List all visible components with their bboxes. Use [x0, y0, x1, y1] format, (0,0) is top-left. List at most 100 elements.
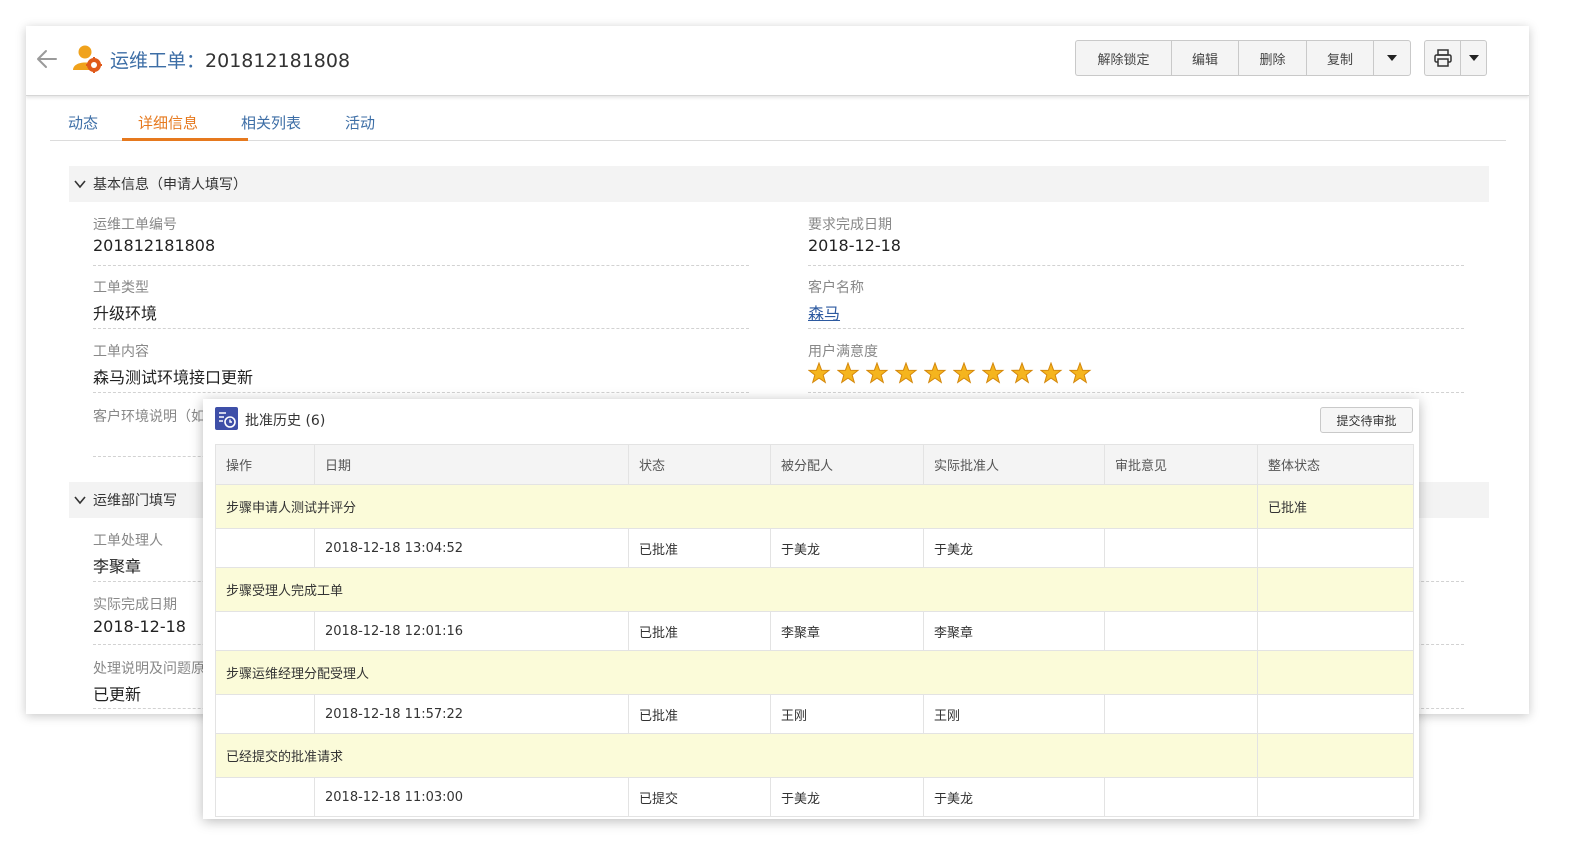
comments-cell	[1104, 777, 1258, 817]
tab-related-lists[interactable]: 相关列表	[241, 112, 301, 133]
approver-cell: 于美龙	[923, 777, 1105, 817]
overall-status-cell	[1257, 694, 1414, 734]
field-divider	[93, 328, 749, 329]
action-cell	[215, 611, 315, 651]
submit-for-approval-button[interactable]: 提交待审批	[1320, 407, 1413, 433]
action-cell	[215, 777, 315, 817]
step-overall-status: 已批准	[1257, 484, 1414, 529]
star-icon	[982, 362, 1005, 384]
approver-cell: 王刚	[923, 694, 1105, 734]
edit-button[interactable]: 编辑	[1171, 40, 1238, 76]
copy-button[interactable]: 复制	[1306, 40, 1373, 76]
unlock-button[interactable]: 解除锁定	[1075, 40, 1171, 76]
column-header-date[interactable]: 日期	[314, 444, 629, 485]
print-button[interactable]	[1424, 40, 1460, 76]
overall-status-cell	[1257, 777, 1414, 817]
customer-link[interactable]: 森马	[808, 300, 840, 324]
title-prefix: 运维工单：	[110, 50, 206, 72]
status-cell: 已批准	[628, 528, 771, 568]
field-divider	[808, 392, 1464, 393]
star-icon	[808, 362, 831, 384]
date-cell: 2018-12-18 11:03:00	[314, 777, 629, 817]
tab-details[interactable]: 详细信息	[138, 112, 198, 133]
column-header-status[interactable]: 状态	[628, 444, 771, 485]
more-actions-dropdown[interactable]	[1373, 40, 1411, 76]
chevron-down-icon	[74, 496, 86, 505]
field-divider	[93, 392, 749, 393]
ticket-number-label: 运维工单编号	[93, 217, 177, 233]
step-overall-status	[1257, 733, 1414, 778]
delete-button[interactable]: 删除	[1238, 40, 1306, 76]
table-header-row: 操作 日期 状态 被分配人 实际批准人 审批意见 整体状态	[215, 444, 1414, 485]
column-header-actual-approver[interactable]: 实际批准人	[923, 444, 1105, 485]
printer-icon	[1433, 49, 1452, 67]
tab-activities[interactable]: 活动	[345, 112, 375, 133]
status-cell: 已批准	[628, 694, 771, 734]
page-title: 运维工单：201812181808	[110, 46, 350, 73]
star-icon	[866, 362, 889, 384]
due-date-value: 2018-12-18	[808, 236, 901, 255]
star-icon	[953, 362, 976, 384]
field-divider	[93, 265, 749, 266]
approval-record-row: 2018-12-18 11:57:22 已批准 王刚 王刚	[215, 694, 1414, 734]
section-title: 运维部门填写	[93, 493, 177, 509]
approval-history-panel: 批准历史 (6) 提交待审批 操作 日期 状态 被分配人 实际批准人 审批意见 …	[203, 399, 1419, 819]
column-header-assignee[interactable]: 被分配人	[770, 444, 924, 485]
ticket-type-value: 升级环境	[93, 304, 158, 323]
ticket-number-value: 201812181808	[93, 236, 216, 255]
field-divider	[808, 328, 1464, 329]
step-label: 步骤申请人测试并评分	[215, 484, 1258, 529]
action-toolbar: 解除锁定 编辑 删除 复制	[1075, 40, 1411, 76]
status-cell: 已批准	[628, 611, 771, 651]
approval-record-row: 2018-12-18 11:03:00 已提交 于美龙 于美龙	[215, 777, 1414, 817]
star-icon	[1069, 362, 1092, 384]
comments-cell	[1104, 528, 1258, 568]
ticket-type-label: 工单类型	[93, 280, 149, 296]
chevron-down-icon	[1468, 55, 1479, 61]
status-cell: 已提交	[628, 777, 771, 817]
section-basic-info-header[interactable]: 基本信息（申请人填写）	[69, 166, 1489, 202]
env-note-label: 客户环境说明（如	[93, 409, 205, 425]
handler-value: 李聚章	[93, 557, 142, 576]
step-label: 步骤受理人完成工单	[215, 567, 1258, 612]
action-cell	[215, 528, 315, 568]
approval-record-row: 2018-12-18 12:01:16 已批准 李聚章 李聚章	[215, 611, 1414, 651]
record-header: 运维工单：201812181808 解除锁定 编辑 删除 复制	[26, 26, 1529, 96]
content-label: 工单内容	[93, 344, 149, 360]
approval-history-title: 批准历史 (6)	[245, 413, 326, 429]
assignee-cell: 李聚章	[770, 611, 924, 651]
section-title: 基本信息（申请人填写）	[93, 177, 247, 193]
assignee-cell: 于美龙	[770, 528, 924, 568]
approval-step-row: 步骤申请人测试并评分 已批准	[215, 484, 1414, 529]
actual-date-value: 2018-12-18	[93, 617, 186, 636]
approver-cell: 李聚章	[923, 611, 1105, 651]
field-divider	[808, 265, 1464, 266]
approval-history-icon	[215, 407, 238, 430]
step-overall-status	[1257, 567, 1414, 612]
step-label: 已经提交的批准请求	[215, 733, 1258, 778]
handler-label: 工单处理人	[93, 533, 163, 549]
resolution-value: 已更新	[93, 685, 142, 704]
step-overall-status	[1257, 650, 1414, 695]
column-header-action[interactable]: 操作	[215, 444, 315, 485]
comments-cell	[1104, 694, 1258, 734]
step-label: 步骤运维经理分配受理人	[215, 650, 1258, 695]
print-options-dropdown[interactable]	[1460, 40, 1487, 76]
back-arrow-icon[interactable]	[34, 46, 60, 72]
column-header-comments[interactable]: 审批意见	[1104, 444, 1258, 485]
approval-history-table: 操作 日期 状态 被分配人 实际批准人 审批意见 整体状态 步骤申请人测试并评分…	[215, 444, 1414, 817]
approval-record-row: 2018-12-18 13:04:52 已批准 于美龙 于美龙	[215, 528, 1414, 568]
star-icon	[837, 362, 860, 384]
column-header-overall-status[interactable]: 整体状态	[1257, 444, 1414, 485]
chevron-down-icon	[74, 180, 86, 189]
approver-cell: 于美龙	[923, 528, 1105, 568]
tab-activity-feed[interactable]: 动态	[68, 112, 98, 133]
assignee-cell: 王刚	[770, 694, 924, 734]
print-toolbar	[1424, 40, 1487, 76]
record-tabs: 动态 详细信息 相关列表 活动	[50, 96, 1506, 141]
customer-label: 客户名称	[808, 280, 864, 296]
overall-status-cell	[1257, 528, 1414, 568]
comments-cell	[1104, 611, 1258, 651]
assignee-cell: 于美龙	[770, 777, 924, 817]
actual-date-label: 实际完成日期	[93, 597, 177, 613]
